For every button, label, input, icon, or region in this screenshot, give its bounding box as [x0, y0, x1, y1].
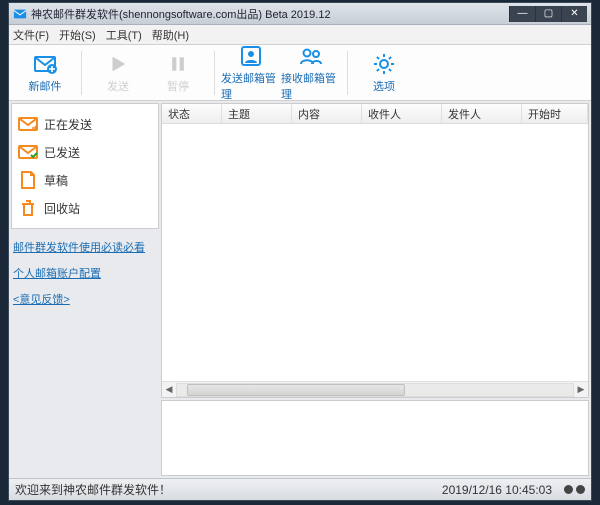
folder-sending[interactable]: 正在发送 [16, 110, 154, 138]
options-label: 选项 [373, 78, 395, 94]
recv-account-mgr-label: 接收邮箱管理 [281, 70, 341, 102]
minimize-button[interactable]: — [509, 6, 535, 22]
window-title: 神农邮件群发软件(shennongsoftware.com出品) Beta 20… [31, 6, 509, 22]
table-body[interactable] [162, 124, 588, 381]
send-button: 发送 [88, 47, 148, 99]
title-bar[interactable]: 神农邮件群发软件(shennongsoftware.com出品) Beta 20… [9, 3, 591, 25]
col-start-time[interactable]: 开始时 [522, 104, 588, 123]
app-window: 神农邮件群发软件(shennongsoftware.com出品) Beta 20… [8, 2, 592, 501]
trash-icon [18, 198, 38, 218]
folder-trash-label: 回收站 [44, 200, 80, 217]
gear-icon [372, 52, 396, 76]
pause-label: 暂停 [167, 78, 189, 94]
window-controls: — ▢ ✕ [509, 6, 587, 22]
sidebar-links: 邮件群发软件使用必读必看 个人邮箱账户配置 <意见反馈> [11, 235, 159, 311]
scroll-right-icon[interactable]: ▶ [574, 383, 588, 397]
folder-drafts[interactable]: 草稿 [16, 166, 154, 194]
col-to[interactable]: 收件人 [362, 104, 442, 123]
link-personal-config[interactable]: 个人邮箱账户配置 [13, 265, 157, 281]
col-subject[interactable]: 主题 [222, 104, 292, 123]
toolbar-separator [214, 51, 215, 95]
toolbar-separator [347, 51, 348, 95]
toolbar: 新邮件 发送 暂停 发送邮箱管理 接收邮箱管理 [9, 45, 591, 101]
folder-sent[interactable]: 已发送 [16, 138, 154, 166]
detail-panel[interactable] [161, 400, 589, 476]
menu-tools[interactable]: 工具(T) [106, 27, 142, 43]
users-icon [299, 44, 323, 68]
status-message: 欢迎来到神农邮件群发软件！ [15, 481, 442, 498]
maximize-button[interactable]: ▢ [535, 6, 561, 22]
close-button[interactable]: ✕ [561, 6, 587, 22]
pause-button: 暂停 [148, 47, 208, 99]
folder-trash[interactable]: 回收站 [16, 194, 154, 222]
menu-file[interactable]: 文件(F) [13, 27, 49, 43]
col-from[interactable]: 发件人 [442, 104, 522, 123]
scroll-thumb[interactable] [187, 384, 405, 396]
body-area: 正在发送 已发送 草稿 回收站 邮件群发软件使用必读必看 个人邮箱账户配置 [9, 101, 591, 478]
folder-drafts-label: 草稿 [44, 172, 68, 189]
contact-icon [239, 44, 263, 68]
folder-sending-label: 正在发送 [44, 116, 92, 133]
document-icon [18, 170, 38, 190]
link-feedback[interactable]: <意见反馈> [13, 291, 157, 307]
status-datetime: 2019/12/16 10:45:03 [442, 483, 552, 497]
recv-account-mgr-button[interactable]: 接收邮箱管理 [281, 47, 341, 99]
table-header: 状态 主题 内容 收件人 发件人 开始时 [162, 104, 588, 124]
options-button[interactable]: 选项 [354, 47, 414, 99]
send-account-mgr-button[interactable]: 发送邮箱管理 [221, 47, 281, 99]
send-label: 发送 [107, 78, 129, 94]
scroll-left-icon[interactable]: ◀ [162, 383, 176, 397]
menu-help[interactable]: 帮助(H) [152, 27, 189, 43]
new-mail-button[interactable]: 新邮件 [15, 47, 75, 99]
new-mail-label: 新邮件 [29, 78, 62, 94]
col-content[interactable]: 内容 [292, 104, 362, 123]
mail-table: 状态 主题 内容 收件人 发件人 开始时 ◀ ▶ [161, 103, 589, 398]
main-area: 状态 主题 内容 收件人 发件人 开始时 ◀ ▶ [161, 103, 589, 476]
menu-bar: 文件(F) 开始(S) 工具(T) 帮助(H) [9, 25, 591, 45]
scroll-track[interactable] [176, 383, 574, 397]
status-indicator-icon [564, 485, 585, 494]
status-bar: 欢迎来到神农邮件群发软件！ 2019/12/16 10:45:03 [9, 478, 591, 500]
toolbar-separator [81, 51, 82, 95]
app-icon [13, 7, 27, 21]
mail-plus-icon [33, 52, 57, 76]
mail-check-icon [18, 142, 38, 162]
horizontal-scrollbar[interactable]: ◀ ▶ [162, 381, 588, 397]
mail-sending-icon [18, 114, 38, 134]
play-icon [106, 52, 130, 76]
col-status[interactable]: 状态 [162, 104, 222, 123]
folder-list: 正在发送 已发送 草稿 回收站 [11, 103, 159, 229]
folder-sent-label: 已发送 [44, 144, 80, 161]
menu-start[interactable]: 开始(S) [59, 27, 96, 43]
link-readme[interactable]: 邮件群发软件使用必读必看 [13, 239, 157, 255]
pause-icon [166, 52, 190, 76]
sidebar: 正在发送 已发送 草稿 回收站 邮件群发软件使用必读必看 个人邮箱账户配置 [11, 103, 159, 476]
send-account-mgr-label: 发送邮箱管理 [221, 70, 281, 102]
